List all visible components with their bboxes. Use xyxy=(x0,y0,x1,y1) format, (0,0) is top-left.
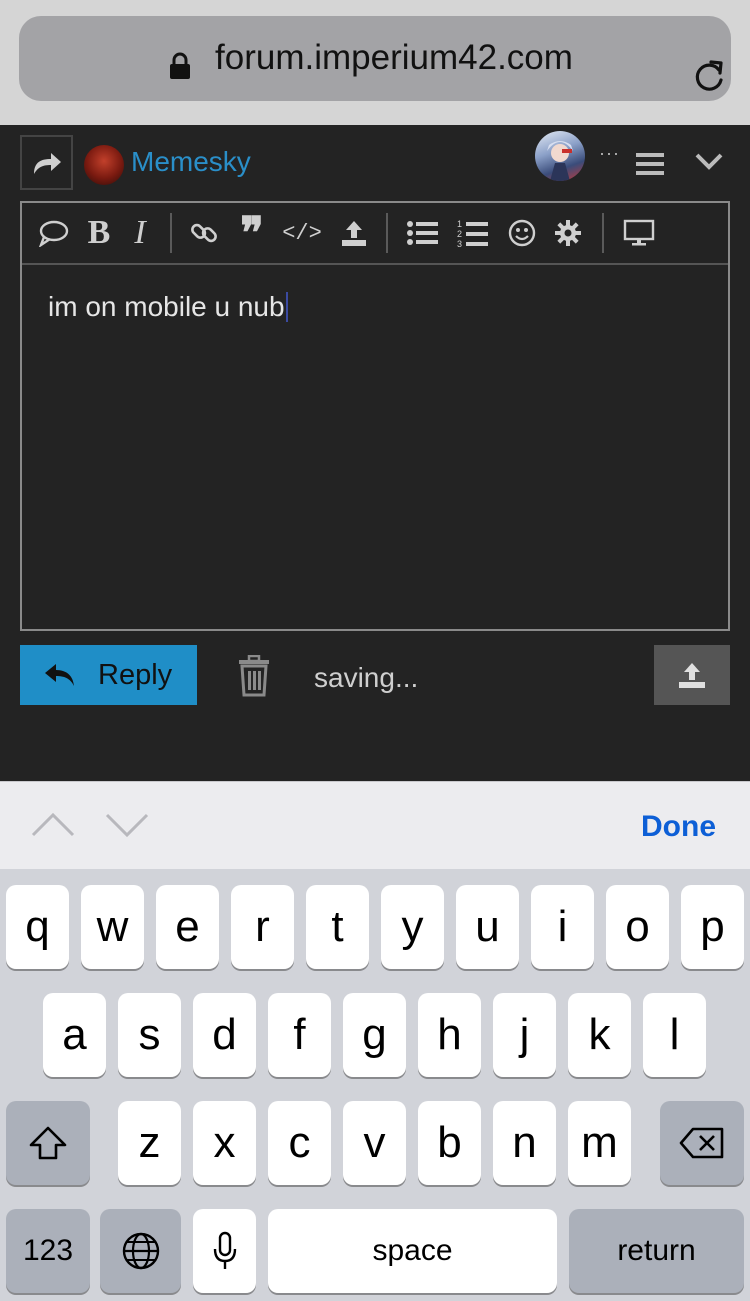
key[interactable]: n xyxy=(493,1101,556,1185)
smiley-icon[interactable] xyxy=(506,216,538,250)
reply-arrow-icon xyxy=(45,664,74,686)
share-button[interactable] xyxy=(20,135,73,190)
more-indicator: ··· xyxy=(599,143,620,163)
key[interactable]: l xyxy=(643,993,706,1077)
key[interactable]: y xyxy=(381,885,444,969)
chevron-down-icon[interactable] xyxy=(104,812,150,838)
key[interactable]: j xyxy=(493,993,556,1077)
chevron-up-icon[interactable] xyxy=(30,812,76,838)
svg-text:2: 2 xyxy=(457,229,462,239)
key[interactable]: p xyxy=(681,885,744,969)
backspace-icon xyxy=(679,1127,724,1159)
address-bar[interactable]: forum.imperium42.com xyxy=(19,16,731,101)
profile-avatar[interactable] xyxy=(535,131,585,181)
done-button[interactable]: Done xyxy=(641,810,716,844)
editor-content: im on mobile u nub xyxy=(48,291,285,322)
microphone-key[interactable] xyxy=(193,1209,256,1293)
key[interactable]: x xyxy=(193,1101,256,1185)
key[interactable]: t xyxy=(306,885,369,969)
toolbar-divider xyxy=(170,213,172,253)
avatar[interactable] xyxy=(84,145,124,185)
key[interactable]: e xyxy=(156,885,219,969)
bold-icon[interactable]: B xyxy=(84,214,114,251)
quote-bubble-icon[interactable] xyxy=(36,216,72,250)
key[interactable]: m xyxy=(568,1101,631,1185)
toolbar-divider xyxy=(602,213,604,253)
key[interactable]: i xyxy=(531,885,594,969)
editor-textarea[interactable]: im on mobile u nub xyxy=(48,291,288,323)
key[interactable]: o xyxy=(606,885,669,969)
forum-reply-panel: Memesky ··· B I ❞ </> 1 2 3 im on mobile… xyxy=(0,125,750,781)
code-icon[interactable]: </> xyxy=(282,216,322,250)
upload-icon[interactable] xyxy=(338,216,370,250)
text-caret xyxy=(285,292,288,322)
reply-editor: B I ❞ </> 123 im on mobile u nub xyxy=(20,201,730,631)
globe-icon xyxy=(122,1232,159,1270)
upload-icon xyxy=(679,663,705,688)
key[interactable]: h xyxy=(418,993,481,1077)
microphone-icon xyxy=(213,1231,236,1269)
upload-button[interactable] xyxy=(654,645,730,705)
username-link[interactable]: Memesky xyxy=(131,146,251,178)
key[interactable]: z xyxy=(118,1101,181,1185)
backspace-key[interactable] xyxy=(660,1101,744,1185)
gear-icon[interactable] xyxy=(552,216,584,250)
trash-icon[interactable] xyxy=(236,655,272,697)
key[interactable]: s xyxy=(118,993,181,1077)
svg-text:3: 3 xyxy=(457,239,462,248)
share-arrow-icon xyxy=(33,152,61,174)
globe-key[interactable] xyxy=(100,1209,181,1293)
key[interactable]: q xyxy=(6,885,69,969)
anime-avatar-image xyxy=(547,141,573,181)
key[interactable]: u xyxy=(456,885,519,969)
key[interactable]: f xyxy=(268,993,331,1077)
svg-text:1: 1 xyxy=(457,219,462,229)
key[interactable]: w xyxy=(81,885,144,969)
browser-toolbar: forum.imperium42.com xyxy=(0,0,750,125)
save-status: saving... xyxy=(314,662,419,693)
blockquote-icon[interactable]: ❞ xyxy=(236,209,268,258)
key[interactable]: r xyxy=(231,885,294,969)
shift-icon xyxy=(29,1126,67,1160)
shift-key[interactable] xyxy=(6,1101,90,1185)
reply-button-label: Reply xyxy=(98,658,173,691)
return-key[interactable]: return xyxy=(569,1209,744,1293)
keyboard-accessory-bar: Done xyxy=(0,781,750,869)
link-icon[interactable] xyxy=(188,216,220,250)
space-key[interactable]: space xyxy=(268,1209,557,1293)
numbered-list-icon[interactable]: 123 xyxy=(456,216,490,250)
url-text: forum.imperium42.com xyxy=(215,38,573,77)
menu-icon[interactable] xyxy=(636,153,664,175)
monitor-icon[interactable] xyxy=(622,216,656,250)
key[interactable]: a xyxy=(43,993,106,1077)
numbers-key[interactable]: 123 xyxy=(6,1209,90,1293)
key[interactable]: v xyxy=(343,1101,406,1185)
toolbar-divider xyxy=(386,213,388,253)
onscreen-keyboard: q w e r t y u i o p a s d f g h j k l z … xyxy=(0,869,750,1301)
reload-icon[interactable] xyxy=(691,58,727,94)
chevron-down-icon[interactable] xyxy=(694,151,724,171)
reply-button[interactable]: Reply xyxy=(20,645,197,705)
bullet-list-icon[interactable] xyxy=(406,216,440,250)
editor-toolbar: B I ❞ </> 123 xyxy=(22,203,728,265)
key[interactable]: g xyxy=(343,993,406,1077)
italic-icon[interactable]: I xyxy=(128,214,152,251)
key[interactable]: k xyxy=(568,993,631,1077)
key[interactable]: b xyxy=(418,1101,481,1185)
key[interactable]: c xyxy=(268,1101,331,1185)
key[interactable]: d xyxy=(193,993,256,1077)
